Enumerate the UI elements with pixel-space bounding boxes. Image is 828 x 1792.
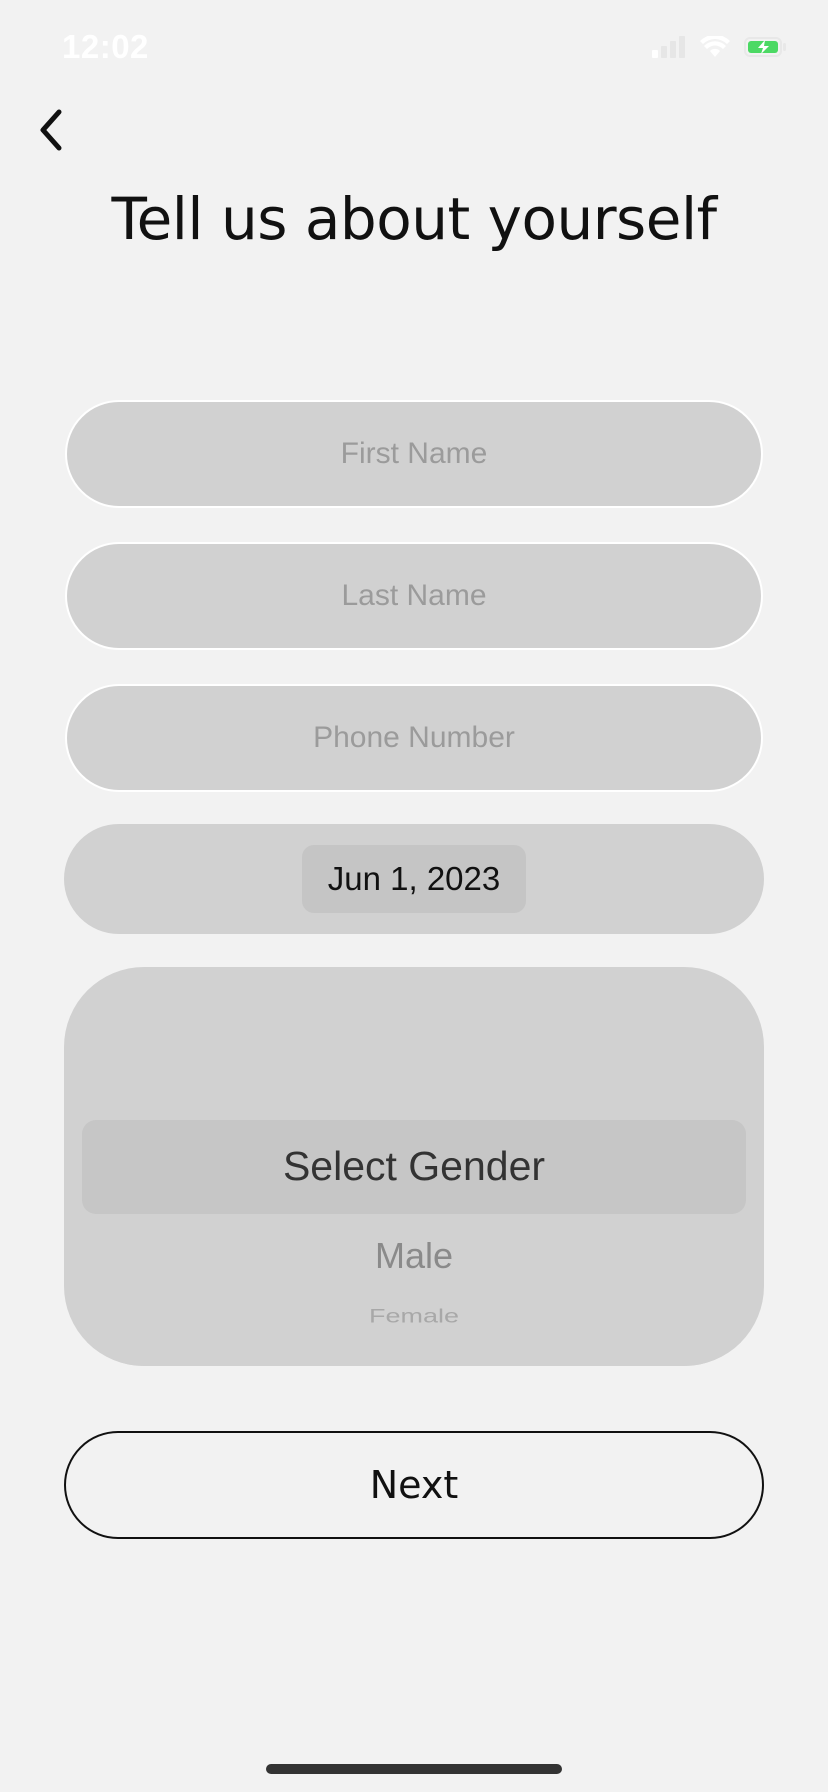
last-name-field[interactable] bbox=[65, 542, 763, 650]
status-icons bbox=[652, 34, 788, 63]
status-bar: 12:02 bbox=[0, 0, 828, 100]
phone-number-input[interactable] bbox=[67, 685, 761, 791]
cellular-signal-icon bbox=[652, 36, 686, 63]
home-indicator bbox=[266, 1764, 562, 1774]
chevron-left-icon bbox=[35, 108, 65, 157]
back-button[interactable] bbox=[28, 104, 72, 160]
gender-picker[interactable]: Select Gender Male Female bbox=[64, 967, 764, 1366]
picker-fade bbox=[64, 1342, 764, 1366]
birth-date-row: Jun 1, 2023 bbox=[64, 824, 764, 934]
wifi-icon bbox=[700, 34, 730, 63]
gender-option-female[interactable]: Female bbox=[64, 1305, 764, 1327]
first-name-input[interactable] bbox=[67, 401, 761, 507]
page-title: Tell us about yourself bbox=[111, 185, 717, 253]
next-button[interactable]: Next bbox=[64, 1431, 764, 1539]
birth-date-picker[interactable]: Jun 1, 2023 bbox=[302, 845, 526, 913]
phone-number-field[interactable] bbox=[65, 684, 763, 792]
status-time: 12:02 bbox=[62, 28, 149, 65]
last-name-input[interactable] bbox=[67, 543, 761, 649]
first-name-field[interactable] bbox=[65, 400, 763, 508]
gender-option-male[interactable]: Male bbox=[64, 1235, 764, 1277]
battery-charging-icon bbox=[744, 36, 788, 63]
gender-option-selected[interactable]: Select Gender bbox=[64, 1143, 764, 1190]
